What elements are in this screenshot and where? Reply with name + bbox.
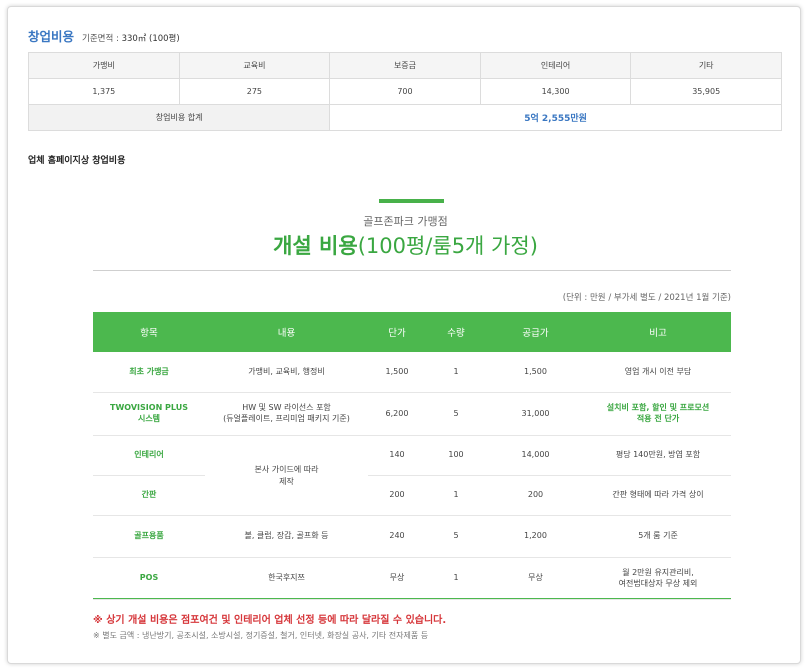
cost-table-body: 최초 가맹금 가맹비, 교육비, 행정비 1,500 1 1,500 영업 개시 이전 부… bbox=[93, 352, 731, 600]
summary-total-label: 창업비용 합계 bbox=[27, 104, 331, 131]
cell-qty: 1 bbox=[453, 366, 459, 376]
table-row: 최초 가맹금 가맹비, 교육비, 행정비 1,500 1 1,500 영업 개시 이전 부… bbox=[93, 352, 731, 393]
cell-qty: 1 bbox=[453, 573, 459, 583]
cell-content: 가맹비, 교육비, 행정비 bbox=[248, 366, 325, 376]
section-title: 업체 홈페이지상 창업비용 bbox=[28, 156, 126, 166]
summary-value-cell: 35,905 bbox=[630, 78, 782, 105]
column-header: 단가 bbox=[388, 328, 406, 339]
merged-content-cell: 본사 가이드에 따라 제작 bbox=[205, 436, 368, 516]
cell-item: 골프용품 bbox=[134, 531, 164, 541]
table-row: POS 한국후지쯔 무상 1 무상 월 2만원 유지관리비, 여전법대상자 무상 제외 bbox=[93, 558, 731, 600]
cell-supply: 200 bbox=[527, 490, 544, 500]
cell-supply: 1,200 bbox=[524, 531, 547, 541]
table-row: 인테리어 140 100 14,000 평당 140만원, 방염 포함 bbox=[93, 436, 731, 476]
cell-item: TWOVISION PLUS 시스템 bbox=[110, 403, 188, 423]
cell-supply: 31,000 bbox=[521, 408, 550, 418]
poster-subtitle: 골프존파크 가맹점 bbox=[363, 215, 448, 228]
poster-title-main: 개설 비용 bbox=[273, 234, 358, 258]
poster-title: 개설 비용(100평/룸5개 가정) bbox=[0, 230, 811, 260]
column-header: 수량 bbox=[447, 328, 465, 339]
cell-qty: 100 bbox=[448, 450, 464, 460]
cell-note: 영업 개시 이전 부담 bbox=[624, 366, 692, 376]
cell-content: HW 및 SW 라이선스 포함 (듀얼플레이트, 프리미엄 패키지 기준) bbox=[223, 403, 350, 423]
cell-note: 설치비 포함, 할인 및 프로모션 적용 전 단가 bbox=[606, 403, 710, 423]
page-title: 창업비용 bbox=[28, 29, 75, 44]
area-info: 기준면적 : 330㎡ (100평) bbox=[82, 32, 180, 44]
cost-table-header: 항목 내용 단가 수량 공급가 비고 bbox=[93, 312, 731, 352]
column-header: 비고 bbox=[649, 328, 667, 339]
cell-item: POS bbox=[139, 573, 159, 583]
cell-content: 볼, 클럽, 장갑, 골프화 등 bbox=[244, 531, 329, 541]
summary-value-cell: 275 bbox=[178, 78, 331, 105]
cell-note: 5개 룸 기준 bbox=[638, 531, 678, 541]
summary-header-cell: 인테리어 bbox=[479, 52, 632, 79]
column-header: 내용 bbox=[277, 328, 296, 339]
header: 창업비용 기준면적 : 330㎡ (100평) bbox=[28, 26, 180, 45]
summary-value-row: 1,375 275 700 14,300 35,905 bbox=[28, 78, 782, 105]
cell-price: 무상 bbox=[389, 573, 405, 583]
startup-cost-summary-table: 가맹비 교육비 보증금 인테리어 기타 1,375 275 700 14,300… bbox=[27, 52, 782, 131]
table-row: 간판 200 1 200 간판 형태에 따라 가격 상이 bbox=[93, 476, 731, 516]
summary-header-cell: 기타 bbox=[630, 52, 782, 79]
summary-header-cell: 교육비 bbox=[178, 52, 331, 79]
cell-qty: 5 bbox=[453, 531, 459, 541]
area-value: 330㎡ (100평) bbox=[121, 34, 180, 44]
column-header: 항목 bbox=[140, 328, 158, 339]
extra-cost-notice: ※ 별도 금액 : 냉난방기, 공조시설, 소방시설, 정기증설, 철거, 인터… bbox=[93, 631, 429, 640]
cell-note: 월 2만원 유지관리비, 여전법대상자 무상 제외 bbox=[618, 567, 698, 588]
cell-price: 200 bbox=[389, 490, 405, 500]
cell-item: 최초 가맹금 bbox=[129, 366, 169, 376]
cell-item: 인테리어 bbox=[134, 450, 164, 460]
summary-header-cell: 보증금 bbox=[329, 52, 481, 79]
table-row: TWOVISION PLUS 시스템 HW 및 SW 라이선스 포함 (듀얼플레이… bbox=[93, 393, 731, 436]
cell-item: 간판 bbox=[141, 490, 157, 500]
summary-total-value: 5억 2,555만원 bbox=[329, 104, 782, 131]
cell-supply: 1,500 bbox=[524, 366, 547, 376]
cell-price: 140 bbox=[389, 450, 405, 460]
poster-accent-bar bbox=[379, 199, 444, 203]
cell-price: 6,200 bbox=[385, 408, 409, 418]
cell-supply: 무상 bbox=[528, 573, 543, 583]
red-notice: ※ 상기 개설 비용은 점포여건 및 인테리어 업체 선정 등에 따라 달라질 … bbox=[93, 615, 447, 626]
summary-value-cell: 1,375 bbox=[28, 78, 180, 105]
cell-qty: 5 bbox=[453, 408, 459, 418]
area-label: 기준면적 : bbox=[82, 34, 119, 44]
cell-note: 간판 형태에 따라 가격 상이 bbox=[612, 490, 704, 500]
column-header: 공급가 bbox=[522, 328, 549, 339]
cell-price: 1,500 bbox=[385, 366, 409, 376]
cell-note: 평당 140만원, 방염 포함 bbox=[615, 450, 701, 460]
cell-price: 240 bbox=[389, 531, 405, 541]
unit-note: (단위 : 만원 / 부가세 별도 / 2021년 1월 기준) bbox=[562, 293, 731, 303]
summary-value-cell: 14,300 bbox=[479, 78, 632, 105]
summary-header-row: 가맹비 교육비 보증금 인테리어 기타 bbox=[28, 52, 782, 79]
cell-content: 한국후지쯔 bbox=[268, 573, 305, 583]
cell-supply: 14,000 bbox=[521, 450, 550, 460]
cell-qty: 1 bbox=[453, 490, 459, 500]
opening-cost-table: 항목 내용 단가 수량 공급가 비고 최초 가맹금 가맹비, 교육비, 행정비 1,… bbox=[93, 312, 731, 600]
table-row: 골프용품 볼, 클럽, 장갑, 골프화 등 240 5 1,200 5개 룸 기준 bbox=[93, 516, 731, 558]
summary-value-cell: 700 bbox=[329, 78, 481, 105]
poster-title-detail: (100평/룸5개 가정) bbox=[357, 234, 538, 258]
poster-divider bbox=[93, 270, 731, 271]
summary-total-row: 창업비용 합계 5억 2,555만원 bbox=[27, 104, 782, 131]
summary-header-cell: 가맹비 bbox=[28, 52, 180, 79]
